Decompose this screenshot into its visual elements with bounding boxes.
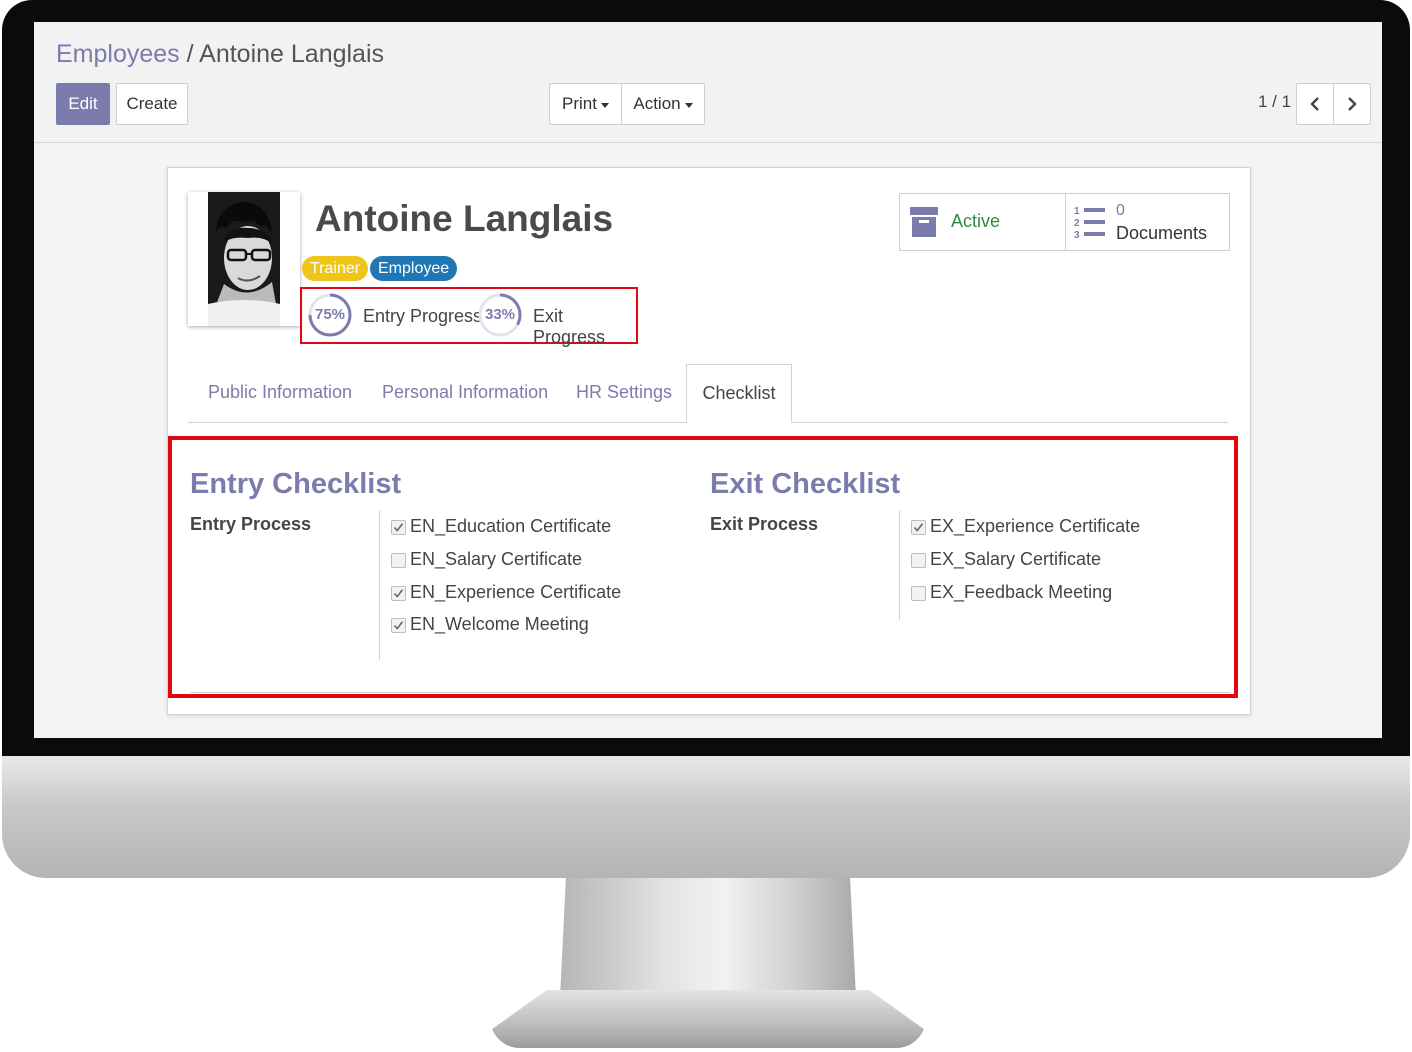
entry-divider — [379, 510, 380, 660]
tab-public-information[interactable]: Public Information — [208, 382, 352, 403]
create-button-label: Create — [126, 94, 178, 113]
monitor-stand-foot — [490, 990, 926, 1048]
documents-label: Documents — [1116, 223, 1208, 243]
smart-buttons: Active 1 2 3 0 Documents — [899, 193, 1230, 251]
checklist-item-label: EX_Salary Certificate — [930, 549, 1102, 569]
checkmark-icon — [393, 621, 404, 630]
checkbox[interactable] — [391, 553, 406, 568]
edit-button-label: Edit — [68, 94, 98, 113]
checklist-item-label: EN_Education Certificate — [410, 516, 612, 536]
form-content: Antoine Langlais Trainer Employee 75% En… — [34, 143, 1382, 738]
print-button-label: Print — [562, 94, 597, 113]
breadcrumb-employees-link[interactable]: Employees — [56, 40, 180, 68]
checkmark-icon — [393, 523, 404, 532]
breadcrumb-current: Antoine Langlais — [199, 40, 385, 68]
tag-trainer: Trainer — [302, 256, 369, 281]
checklist-item-label: EN_Welcome Meeting — [410, 614, 589, 634]
svg-text:3: 3 — [1074, 230, 1080, 240]
checklist-item-label: EN_Salary Certificate — [410, 549, 583, 569]
tab-checklist[interactable]: Checklist — [686, 364, 792, 423]
exit-progress-ring: 33% — [477, 292, 523, 338]
checkbox[interactable] — [391, 618, 406, 633]
breadcrumb-separator: / — [186, 40, 194, 68]
checkbox[interactable] — [391, 586, 406, 601]
entry-progress-percent: 75% — [314, 306, 346, 323]
action-dropdown-button[interactable]: Action — [621, 83, 705, 125]
documents-button[interactable]: 1 2 3 0 Documents — [1065, 194, 1229, 250]
checkmark-icon — [913, 523, 924, 532]
pager-previous-button[interactable] — [1296, 83, 1334, 125]
checkbox[interactable] — [911, 553, 926, 568]
tab-hr-settings[interactable]: HR Settings — [576, 382, 672, 403]
active-toggle-button[interactable]: Active — [900, 194, 1066, 250]
progress-highlight-box: 75% Entry Progress 33% Exit Progress — [300, 287, 638, 347]
pager-next-button[interactable] — [1333, 83, 1371, 125]
numbered-list-icon: 1 2 3 — [1074, 206, 1105, 240]
employee-photo[interactable] — [188, 192, 300, 326]
entry-progress-ring: 75% — [307, 292, 353, 338]
edit-button[interactable]: Edit — [56, 83, 110, 125]
exit-progress-label: Exit Progress — [533, 306, 606, 347]
tab-personal-information[interactable]: Personal Information — [382, 382, 548, 403]
print-dropdown-button[interactable]: Print — [549, 83, 622, 125]
chevron-right-icon — [1348, 97, 1357, 111]
person-photo-icon — [208, 192, 280, 326]
checklist-highlight-box: Entry Checklist Entry Process EN_Educati… — [168, 436, 1238, 698]
tag-employee: Employee — [370, 256, 458, 281]
monitor-chin — [2, 756, 1410, 878]
documents-count: 0 — [1116, 202, 1125, 219]
svg-text:1: 1 — [1074, 206, 1080, 217]
entry-checklist-title: Entry Checklist — [190, 468, 402, 500]
screen: Employees / Antoine Langlais Edit Create… — [34, 22, 1382, 738]
caret-down-icon — [600, 102, 609, 108]
exit-checklist-title: Exit Checklist — [710, 468, 901, 500]
monitor-stand-neck — [560, 878, 856, 998]
breadcrumb: Employees / Antoine Langlais — [56, 40, 384, 69]
form-sheet: Antoine Langlais Trainer Employee 75% En… — [167, 167, 1251, 715]
checkbox[interactable] — [391, 520, 406, 535]
entry-process-label: Entry Process — [190, 514, 312, 534]
notebook-tabs: Public Information Personal Information … — [188, 364, 1228, 423]
svg-text:2: 2 — [1074, 218, 1080, 229]
entry-progress-label: Entry Progress — [363, 306, 483, 326]
employee-name: Antoine Langlais — [315, 198, 614, 239]
pager-value[interactable]: 1 / 1 — [1258, 92, 1291, 112]
exit-progress-percent: 33% — [484, 306, 516, 323]
checkbox[interactable] — [911, 586, 926, 601]
exit-divider — [899, 510, 900, 620]
caret-down-icon — [684, 102, 693, 108]
create-button[interactable]: Create — [116, 83, 188, 125]
archive-icon — [910, 207, 938, 237]
control-panel: Employees / Antoine Langlais Edit Create… — [34, 22, 1382, 143]
checklist-item-label: EN_Experience Certificate — [410, 582, 622, 602]
chevron-left-icon — [1310, 97, 1319, 111]
checklist-item-label: EX_Feedback Meeting — [930, 582, 1113, 602]
checklist-item-label: EX_Experience Certificate — [930, 516, 1141, 536]
active-label: Active — [951, 211, 1001, 231]
section-bottom-divider — [190, 692, 1230, 693]
checkmark-icon — [393, 589, 404, 598]
checkbox[interactable] — [911, 520, 926, 535]
action-button-label: Action — [633, 94, 681, 113]
exit-process-label: Exit Process — [710, 514, 819, 534]
